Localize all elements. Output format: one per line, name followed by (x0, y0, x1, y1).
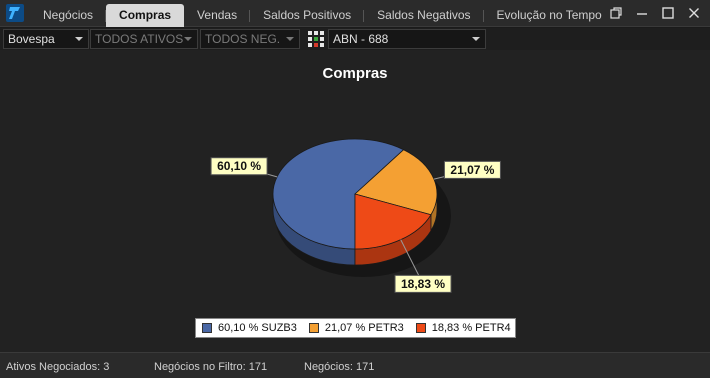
close-icon[interactable] (686, 5, 702, 21)
chevron-down-icon (75, 37, 83, 41)
trades-select[interactable]: TODOS NEG. (200, 29, 300, 49)
data-label-petr4: 18,83 % (401, 277, 445, 291)
maximize-icon[interactable] (660, 5, 676, 21)
tab-saldos-negativos[interactable]: Saldos Negativos (364, 4, 484, 27)
trades-select-value: TODOS NEG. (205, 32, 281, 46)
broker-select[interactable]: ABN - 688 (328, 29, 486, 49)
chevron-down-icon (286, 37, 294, 41)
tab-saldos-positivos[interactable]: Saldos Positivos (250, 4, 365, 27)
data-label-petr3: 21,07 % (450, 163, 494, 177)
tab-negocios[interactable]: Negócios (30, 4, 107, 27)
exchange-select[interactable]: Bovespa (3, 29, 89, 49)
tab-compras[interactable]: Compras (106, 4, 185, 27)
pie-chart: 60,10 % 21,07 % 18,83 % (210, 138, 501, 293)
tab-evolucao-no-tempo[interactable]: Evolução no Tempo (484, 4, 615, 27)
status-negocios: Negócios: 171 (304, 361, 375, 373)
legend-swatch-suzb3 (202, 323, 212, 333)
legend-label-petr4: 18,83 % PETR4 (431, 322, 511, 334)
tab-strip: Negócios Compras Vendas Saldos Positivos… (30, 4, 615, 27)
status-bar: Ativos Negociados: 3 Negócios no Filtro:… (0, 352, 710, 378)
legend-swatch-petr4 (415, 323, 426, 333)
exchange-select-value: Bovespa (8, 32, 55, 46)
chevron-down-icon (472, 37, 480, 41)
assets-select-value: TODOS ATIVOS (95, 32, 184, 46)
chevron-down-icon (184, 37, 192, 41)
chart-panel: 60,10 % 21,07 % 18,83 % Compras 60,10 % SU… (0, 50, 710, 352)
broker-grid-icon[interactable] (307, 30, 325, 48)
broker-select-value: ABN - 688 (333, 32, 389, 46)
legend-item-petr4: 18,83 % PETR4 (415, 322, 511, 334)
tab-vendas[interactable]: Vendas (184, 4, 251, 27)
restore-icon[interactable] (608, 5, 624, 21)
legend-label-petr3: 21,07 % PETR3 (324, 322, 404, 334)
legend-item-petr3: 21,07 % PETR3 (308, 322, 404, 334)
status-negocios-no-filtro: Negócios no Filtro: 171 (154, 361, 268, 373)
assets-select[interactable]: TODOS ATIVOS (90, 29, 198, 49)
legend-swatch-petr3 (308, 323, 319, 333)
window-controls (608, 5, 702, 21)
status-ativos-negociados: Ativos Negociados: 3 (6, 361, 110, 373)
legend-label-suzb3: 60,10 % SUZB3 (218, 322, 297, 334)
legend-item-suzb3: 60,10 % SUZB3 (202, 322, 297, 334)
chart-legend: 60,10 % SUZB3 21,07 % PETR3 18,83 % PETR… (195, 318, 516, 338)
data-label-suzb3: 60,10 % (217, 159, 261, 173)
chart-title: Compras (322, 65, 388, 82)
filter-toolbar: Bovespa TODOS ATIVOS TODOS NEG. ABN - 68… (0, 28, 710, 50)
minimize-icon[interactable] (634, 5, 650, 21)
title-bar: Negócios Compras Vendas Saldos Positivos… (0, 0, 710, 27)
app-logo-icon (6, 4, 24, 22)
